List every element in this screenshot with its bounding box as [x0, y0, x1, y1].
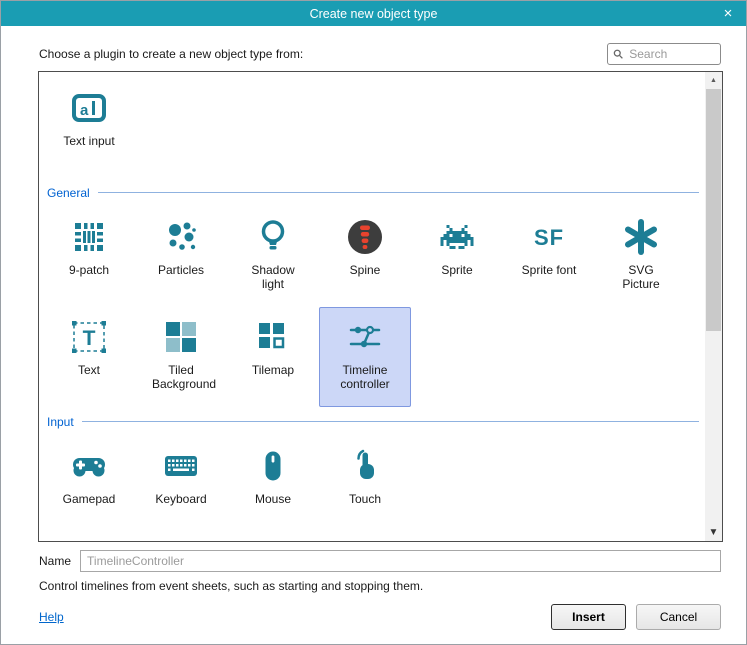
plugin-item-label: Spine: [336, 263, 394, 277]
scrollbar-thumb[interactable]: [706, 89, 721, 331]
sprite-icon: [412, 214, 502, 260]
timeline-controller-icon: [320, 314, 410, 360]
tiled-background-icon: [136, 314, 226, 360]
plugin-item-gamepad[interactable]: Gamepad: [43, 436, 135, 536]
plugin-grid: a Text input General 9-patch: [39, 72, 705, 541]
scrollbar[interactable]: ▲ ▼: [705, 72, 722, 541]
section-label: General: [47, 186, 90, 200]
search-icon: [613, 48, 623, 60]
section-divider-general: General: [47, 185, 699, 200]
plugin-item-label: Sprite: [428, 263, 486, 277]
plugin-item-particles[interactable]: Particles: [135, 207, 227, 307]
dialog-title: Create new object type: [310, 7, 438, 21]
create-object-type-dialog: Create new object type × Choose a plugin…: [0, 0, 747, 645]
choose-plugin-prompt: Choose a plugin to create a new object t…: [39, 47, 303, 61]
plugin-item-touch[interactable]: Touch: [319, 436, 411, 536]
plugin-item-label: Timeline controller: [336, 363, 394, 391]
plugin-item-tiled-background[interactable]: Tiled Background: [135, 307, 227, 407]
section-label: Input: [47, 415, 74, 429]
spine-icon: [320, 214, 410, 260]
name-label: Name: [39, 554, 71, 568]
plugin-item-tilemap[interactable]: Tilemap: [227, 307, 319, 407]
plugin-item-label: Keyboard: [152, 492, 210, 506]
titlebar[interactable]: Create new object type ×: [1, 1, 746, 26]
svg-text:SF: SF: [534, 225, 564, 250]
svg-text:T: T: [83, 327, 96, 350]
plugin-item-label: Tiled Background: [152, 363, 210, 391]
plugin-item-9-patch[interactable]: 9-patch: [43, 207, 135, 307]
plugin-item-label: Gamepad: [60, 492, 118, 506]
section-divider-line: [98, 192, 699, 193]
plugin-item-timeline-controller[interactable]: Timeline controller: [319, 307, 411, 407]
nine-patch-icon: [44, 214, 134, 260]
plugin-list-panel: a Text input General 9-patch: [38, 71, 723, 542]
plugin-item-sprite[interactable]: Sprite: [411, 207, 503, 307]
plugin-description: Control timelines from event sheets, suc…: [39, 579, 721, 593]
search-box[interactable]: [607, 43, 721, 65]
scroll-down-icon[interactable]: ▼: [705, 524, 722, 541]
mouse-icon: [228, 443, 318, 489]
plugin-item-label: 9-patch: [60, 263, 118, 277]
plugin-item-label: SVG Picture: [612, 263, 670, 291]
plugin-item-keyboard[interactable]: Keyboard: [135, 436, 227, 536]
scroll-up-icon[interactable]: ▲: [705, 72, 722, 89]
plugin-item-label: Shadow light: [244, 263, 302, 291]
svg-text:a: a: [80, 102, 89, 119]
plugin-item-label: Mouse: [244, 492, 302, 506]
search-input[interactable]: [627, 46, 715, 62]
sprite-font-icon: SF: [504, 214, 594, 260]
touch-icon: [320, 443, 410, 489]
close-icon[interactable]: ×: [710, 1, 746, 26]
svg-picture-icon: [596, 214, 686, 260]
plugin-item-label: Particles: [152, 263, 210, 277]
section-divider-line: [82, 421, 699, 422]
plugin-item-text[interactable]: T Text: [43, 307, 135, 407]
plugin-item-label: Touch: [336, 492, 394, 506]
plugin-item-text-input[interactable]: a Text input: [43, 78, 135, 178]
text-icon: T: [44, 314, 134, 360]
name-input[interactable]: [80, 550, 721, 572]
tilemap-icon: [228, 314, 318, 360]
section-divider-input: Input: [47, 414, 699, 429]
plugin-item-mouse[interactable]: Mouse: [227, 436, 319, 536]
plugin-item-sprite-font[interactable]: SF Sprite font: [503, 207, 595, 307]
plugin-item-shadow-light[interactable]: Shadow light: [227, 207, 319, 307]
plugin-item-label: Sprite font: [520, 263, 578, 277]
text-input-icon: a: [44, 85, 134, 131]
particles-icon: [136, 214, 226, 260]
shadow-light-icon: [228, 214, 318, 260]
plugin-item-label: Text: [60, 363, 118, 377]
plugin-item-spine[interactable]: Spine: [319, 207, 411, 307]
insert-button[interactable]: Insert: [551, 604, 626, 630]
keyboard-icon: [136, 443, 226, 489]
plugin-item-svg-picture[interactable]: SVG Picture: [595, 207, 687, 307]
help-link[interactable]: Help: [39, 610, 64, 624]
plugin-item-label: Tilemap: [244, 363, 302, 377]
cancel-button[interactable]: Cancel: [636, 604, 721, 630]
gamepad-icon: [44, 443, 134, 489]
plugin-item-label: Text input: [60, 134, 118, 148]
